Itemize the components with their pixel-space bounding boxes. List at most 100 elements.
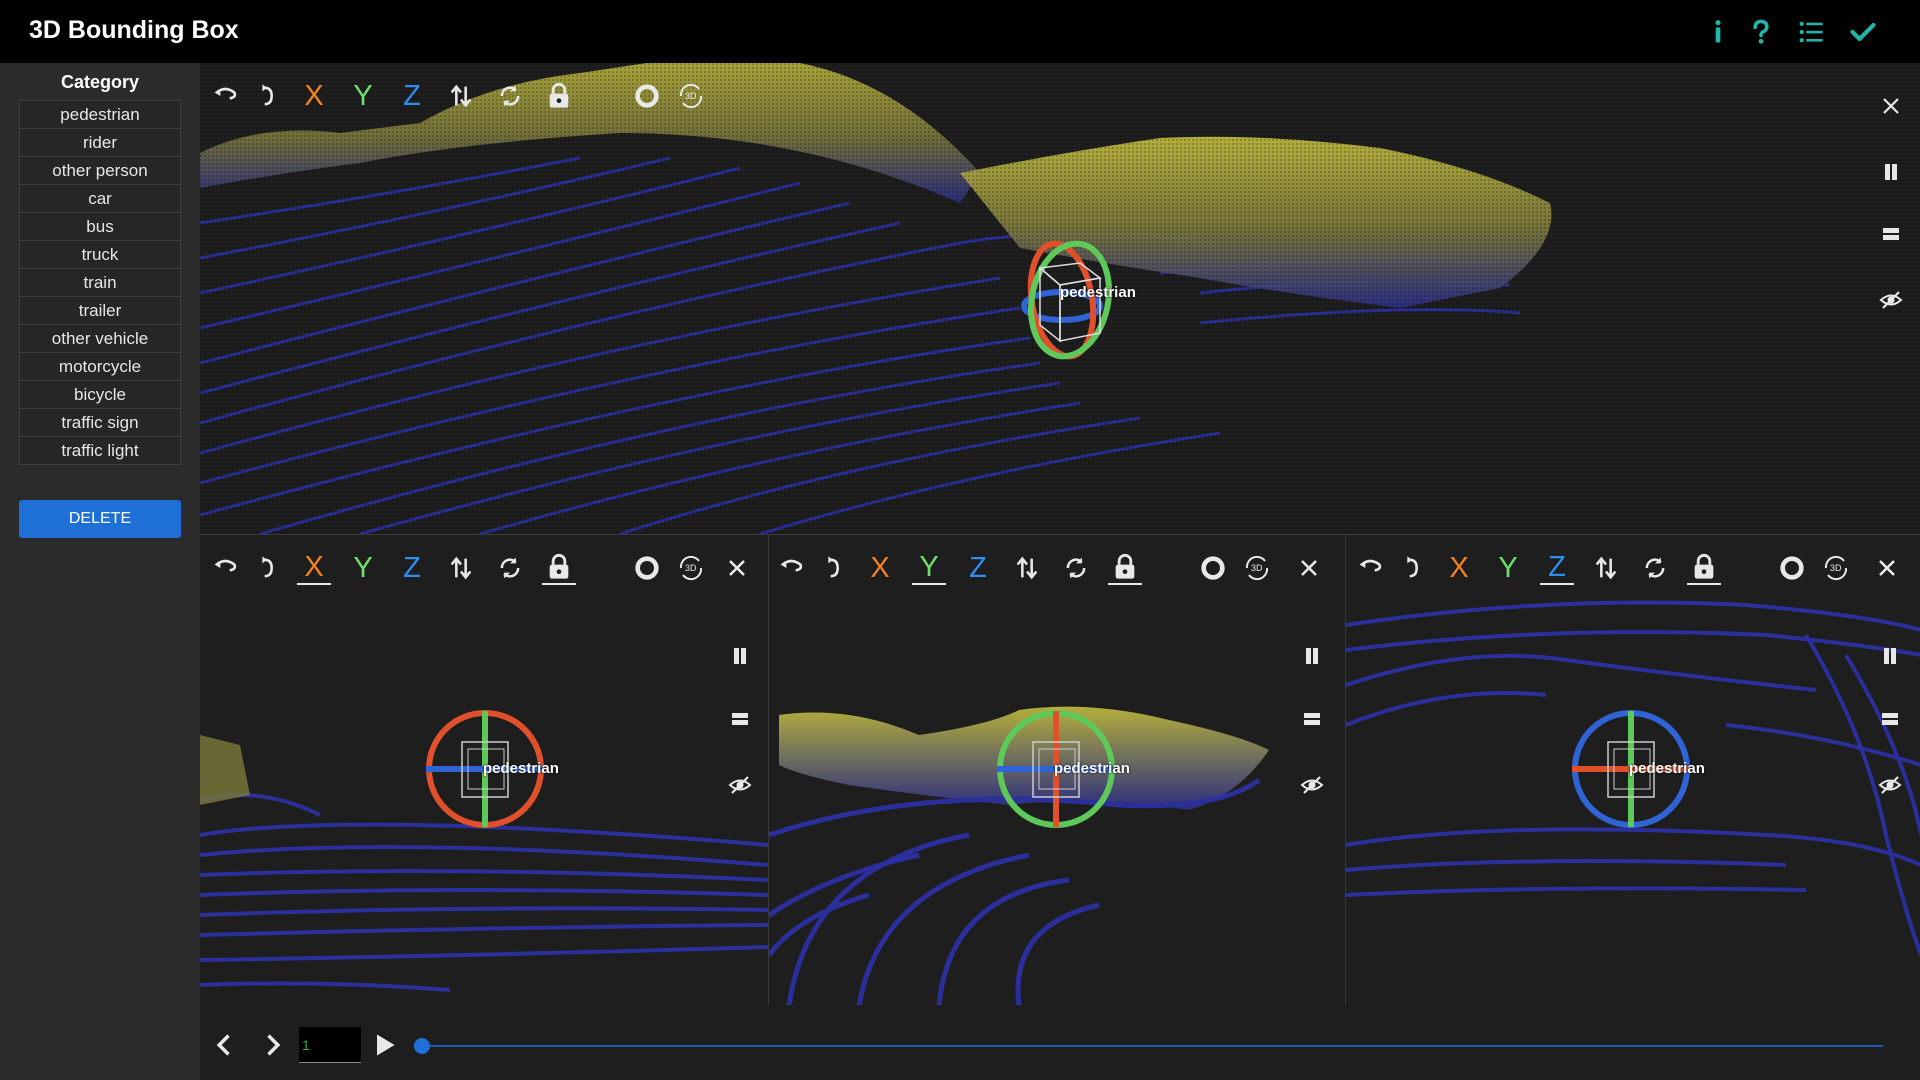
- top-bar: 3D Bounding Box: [0, 0, 1920, 63]
- threed-badge: 3D: [1251, 563, 1263, 573]
- y-axis-button[interactable]: Y: [346, 551, 380, 585]
- object-label: pedestrian: [1054, 760, 1130, 777]
- hide-icon[interactable]: [1297, 770, 1327, 800]
- circle-mode-icon[interactable]: [630, 551, 664, 585]
- translate-icon[interactable]: [444, 551, 478, 585]
- category-item[interactable]: rider: [19, 128, 181, 157]
- app-title: 3D Bounding Box: [29, 16, 239, 44]
- category-item[interactable]: other person: [19, 156, 181, 185]
- side-view-z[interactable]: pedestrian X Y Z 3D: [1345, 534, 1920, 1005]
- category-item[interactable]: traffic light: [19, 436, 181, 465]
- lock-icon[interactable]: [1687, 551, 1721, 585]
- object-label: pedestrian: [483, 760, 559, 777]
- view-3d-icon[interactable]: 3D: [1819, 551, 1853, 585]
- delete-button[interactable]: DELETE: [19, 500, 181, 538]
- reset-icon[interactable]: [493, 551, 527, 585]
- side-view-y[interactable]: pedestrian X Y Z 3D: [768, 534, 1345, 1005]
- category-item[interactable]: traffic sign: [19, 408, 181, 437]
- category-item[interactable]: car: [19, 184, 181, 213]
- view-3d-icon[interactable]: 3D: [674, 79, 708, 113]
- close-icon[interactable]: [720, 551, 754, 585]
- hide-icon[interactable]: [725, 770, 755, 800]
- y-axis-button[interactable]: Y: [1491, 551, 1525, 585]
- y-axis-button[interactable]: Y: [346, 79, 380, 113]
- lock-icon[interactable]: [1108, 551, 1142, 585]
- horizontal-split-icon[interactable]: [1297, 704, 1327, 734]
- y-axis-button[interactable]: Y: [912, 551, 946, 585]
- x-axis-button[interactable]: X: [297, 79, 331, 113]
- z-axis-button[interactable]: Z: [1540, 551, 1574, 585]
- info-icon[interactable]: [1700, 14, 1736, 50]
- threed-badge: 3D: [685, 91, 697, 101]
- reset-icon[interactable]: [1059, 551, 1093, 585]
- horizontal-split-icon[interactable]: [1875, 704, 1905, 734]
- annotation-app: 3D Bounding Box Category pedestrian ride…: [0, 0, 1920, 1080]
- reset-icon[interactable]: [493, 79, 527, 113]
- close-icon[interactable]: [1292, 551, 1326, 585]
- view-3d-icon[interactable]: 3D: [674, 551, 708, 585]
- lock-icon[interactable]: [542, 79, 576, 113]
- hide-icon[interactable]: [1876, 285, 1906, 315]
- x-axis-button[interactable]: X: [1442, 551, 1476, 585]
- reset-icon[interactable]: [1638, 551, 1672, 585]
- object-label: pedestrian: [1060, 284, 1136, 301]
- undo-icon[interactable]: [774, 551, 808, 585]
- category-sidebar: Category pedestrian rider other person c…: [0, 63, 200, 1080]
- translate-icon[interactable]: [444, 79, 478, 113]
- previous-frame-icon[interactable]: [208, 1028, 242, 1062]
- lock-icon[interactable]: [542, 551, 576, 585]
- category-item[interactable]: pedestrian: [19, 100, 181, 129]
- timeline-handle[interactable]: [414, 1038, 430, 1054]
- timeline-track[interactable]: [422, 1045, 1883, 1047]
- play-icon[interactable]: [367, 1028, 401, 1062]
- playback-bar: [200, 1005, 1920, 1080]
- circle-mode-icon[interactable]: [1196, 551, 1230, 585]
- horizontal-split-icon[interactable]: [725, 704, 755, 734]
- z-axis-button[interactable]: Z: [395, 551, 429, 585]
- threed-badge: 3D: [685, 563, 697, 573]
- side-view-x[interactable]: pedestrian X Y Z 3D: [200, 534, 768, 1005]
- rotate-icon[interactable]: [816, 551, 850, 585]
- category-heading: Category: [60, 72, 140, 92]
- z-axis-button[interactable]: Z: [961, 551, 995, 585]
- close-icon[interactable]: [1870, 551, 1904, 585]
- category-item[interactable]: truck: [19, 240, 181, 269]
- undo-icon[interactable]: [208, 551, 242, 585]
- perspective-view[interactable]: pedestrian X Y Z 3D: [200, 63, 1920, 534]
- category-item[interactable]: trailer: [19, 296, 181, 325]
- circle-mode-icon[interactable]: [630, 79, 664, 113]
- translate-icon[interactable]: [1010, 551, 1044, 585]
- undo-icon[interactable]: [208, 79, 242, 113]
- next-frame-icon[interactable]: [255, 1028, 289, 1062]
- frame-number-input[interactable]: [299, 1027, 361, 1063]
- vertical-split-icon[interactable]: [1875, 641, 1905, 671]
- check-icon[interactable]: [1845, 14, 1881, 50]
- threed-badge: 3D: [1830, 563, 1842, 573]
- vertical-split-icon[interactable]: [1297, 641, 1327, 671]
- list-icon[interactable]: [1793, 14, 1829, 50]
- category-item[interactable]: train: [19, 268, 181, 297]
- vertical-split-icon[interactable]: [725, 641, 755, 671]
- undo-icon[interactable]: [1353, 551, 1387, 585]
- category-item[interactable]: bus: [19, 212, 181, 241]
- rotate-icon[interactable]: [250, 79, 284, 113]
- close-icon[interactable]: [1876, 91, 1906, 121]
- ground-scan-lines: [769, 777, 1261, 1005]
- category-item[interactable]: other vehicle: [19, 324, 181, 353]
- category-list: pedestrian rider other person car bus tr…: [19, 100, 181, 465]
- rotate-icon[interactable]: [1395, 551, 1429, 585]
- category-item[interactable]: bicycle: [19, 380, 181, 409]
- vertical-split-icon[interactable]: [1876, 157, 1906, 187]
- z-axis-button[interactable]: Z: [395, 79, 429, 113]
- view-3d-icon[interactable]: 3D: [1240, 551, 1274, 585]
- help-icon[interactable]: [1743, 14, 1779, 50]
- category-item[interactable]: motorcycle: [19, 352, 181, 381]
- hide-icon[interactable]: [1875, 770, 1905, 800]
- circle-mode-icon[interactable]: [1775, 551, 1809, 585]
- rotate-icon[interactable]: [250, 551, 284, 585]
- object-label: pedestrian: [1629, 760, 1705, 777]
- x-axis-button[interactable]: X: [297, 551, 331, 585]
- x-axis-button[interactable]: X: [863, 551, 897, 585]
- horizontal-split-icon[interactable]: [1876, 219, 1906, 249]
- translate-icon[interactable]: [1589, 551, 1623, 585]
